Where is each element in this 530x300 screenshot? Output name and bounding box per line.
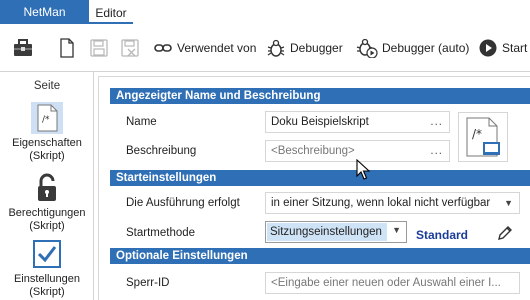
debugger-auto-button[interactable]: Debugger (auto): [356, 36, 469, 60]
lock-id-field[interactable]: <Eingabe einer neuen oder Auswahl einer …: [265, 272, 520, 294]
checkbox-check-icon: [33, 240, 61, 268]
script-icon-preview[interactable]: /*: [458, 112, 508, 162]
start-label: Start: [502, 41, 528, 55]
sidebar-item-permissions-line2: (Skript): [29, 220, 65, 232]
script-file-icon: /*: [466, 117, 500, 157]
sidebar-item-permissions[interactable]: Berechtigungen (Skript): [0, 172, 94, 233]
toolbox-button[interactable]: [12, 36, 34, 60]
sidebar-item-properties[interactable]: /* Eigenschaften (Skript): [0, 102, 94, 163]
used-by-button[interactable]: Verwendet von: [153, 36, 256, 60]
save-icon: [90, 39, 108, 57]
new-document-icon: [60, 38, 74, 58]
sidebar-item-properties-line1: Eigenschaften: [12, 137, 82, 149]
lock-icon: [38, 173, 56, 201]
sidebar-item-properties-line2: (Skript): [29, 150, 65, 162]
used-by-label: Verwendet von: [177, 41, 257, 55]
sidebar-item-settings-line2: (Skript): [29, 286, 65, 298]
lock-id-label: Sperr-ID: [126, 277, 170, 289]
section-header-start-settings: Starteinstellungen: [110, 170, 530, 186]
main-frame: [98, 76, 530, 300]
save-button[interactable]: [89, 36, 109, 60]
execution-value: in einer Sitzung, wenn lokal nicht verfü…: [271, 197, 491, 209]
start-method-value: Sitzungseinstellungen: [267, 223, 387, 241]
toolbar: Verwendet von Debugger Debugger (auto) S…: [0, 24, 530, 72]
page-sidebar: Seite /* Eigenschaften (Skript) Berechti…: [0, 72, 94, 300]
start-method-label: Startmethode: [126, 227, 196, 239]
name-label: Name: [126, 116, 157, 128]
debugger-auto-label: Debugger (auto): [382, 41, 470, 55]
bug-icon: [267, 39, 285, 57]
mouse-cursor-icon: [356, 159, 370, 180]
svg-text:/*: /*: [42, 115, 50, 125]
description-browse-dots[interactable]: ...: [430, 141, 443, 161]
play-icon: [479, 39, 497, 57]
bug-play-icon: [356, 38, 378, 58]
execution-label: Die Ausführung erfolgt: [126, 197, 240, 209]
save-close-icon: [121, 39, 139, 57]
section-header-optional-settings: Optionale Einstellungen: [110, 248, 530, 264]
name-browse-dots[interactable]: ...: [430, 112, 443, 132]
tab-editor[interactable]: Editor: [89, 0, 133, 24]
standard-link[interactable]: Standard: [416, 228, 468, 242]
chevron-down-icon: ▼: [392, 225, 401, 235]
name-value: Doku Beispielskript: [271, 116, 369, 128]
link-icon: [154, 44, 172, 52]
debugger-label: Debugger: [290, 41, 343, 55]
lock-id-placeholder: <Eingabe einer neuen oder Auswahl einer …: [271, 277, 501, 289]
start-method-select[interactable]: Sitzungseinstellungen ▼: [265, 221, 407, 243]
script-properties-icon: /*: [31, 102, 63, 134]
sidebar-item-settings[interactable]: Einstellungen (Skript): [0, 238, 94, 299]
sidebar-item-settings-line1: Einstellungen: [13, 273, 81, 285]
new-document-button[interactable]: [58, 36, 76, 60]
description-placeholder: <Beschreibung>: [271, 145, 355, 157]
execution-select[interactable]: in einer Sitzung, wenn lokal nicht verfü…: [265, 192, 520, 214]
section-header-name-description: Angezeigter Name und Beschreibung: [110, 88, 530, 104]
sidebar-item-permissions-line1: Berechtigungen: [8, 207, 86, 219]
debugger-button[interactable]: Debugger: [266, 36, 343, 60]
start-button[interactable]: Start: [478, 36, 527, 60]
pencil-icon[interactable]: [496, 224, 514, 242]
ribbon-tabbar: NetMan Editor: [0, 0, 530, 24]
main-panel: Angezeigter Name und Beschreibung Name D…: [98, 76, 530, 300]
svg-text:/*: /*: [472, 127, 482, 141]
toolbox-icon: [14, 39, 32, 56]
description-label: Beschreibung: [126, 145, 197, 157]
sidebar-title: Seite: [33, 80, 61, 92]
tab-netman[interactable]: NetMan: [0, 0, 89, 24]
save-close-button[interactable]: [120, 36, 140, 60]
name-field[interactable]: Doku Beispielskript ...: [265, 111, 450, 133]
chevron-down-icon: ▼: [504, 198, 513, 208]
